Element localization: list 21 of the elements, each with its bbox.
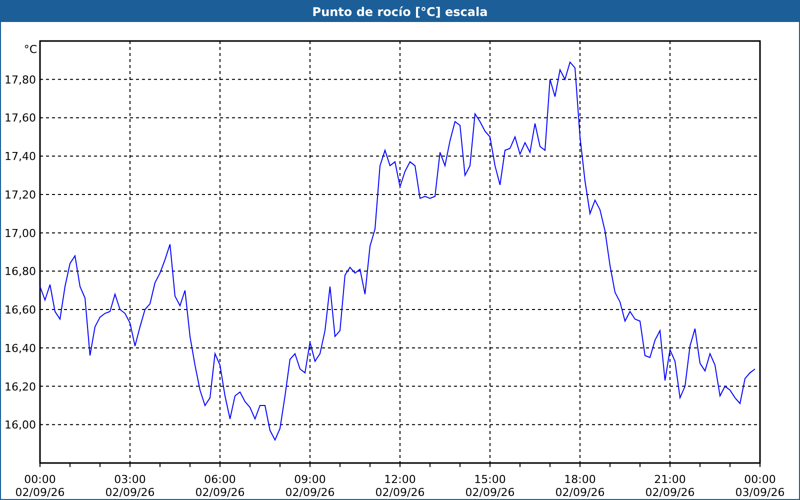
x-tick-label: 12:00 02/09/26	[375, 473, 425, 499]
x-tick-label: 21:00 02/09/26	[645, 473, 695, 499]
y-tick-label: 17,60	[4, 112, 36, 125]
y-tick-label: 16,20	[4, 380, 36, 394]
x-tick-label: 06:00 02/09/26	[195, 473, 245, 499]
y-axis-unit: °C	[24, 43, 37, 56]
y-tick-label: 16,00	[4, 418, 36, 432]
y-tick-label: 16,80	[4, 265, 36, 278]
x-tick-label: 00:00 02/09/26	[15, 473, 65, 499]
x-tick-label: 03:00 02/09/26	[105, 473, 155, 499]
x-tick-label: 18:00 02/09/26	[555, 473, 605, 499]
x-tick-label: 09:00 02/09/26	[285, 473, 335, 499]
y-tick-label: 16,40	[4, 342, 36, 355]
y-tick-label: 16,60	[4, 304, 36, 317]
y-tick-label: 17,40	[4, 150, 36, 164]
x-tick-label: 15:00 02/09/26	[465, 473, 515, 499]
window-title: Punto de rocío [°C] escala	[312, 4, 488, 18]
y-tick-label: 17,00	[4, 226, 36, 240]
y-tick-label: 17,20	[4, 188, 36, 202]
y-tick-label: 17,80	[4, 73, 36, 86]
x-tick-label: 00:00 03/09/26	[735, 473, 785, 499]
